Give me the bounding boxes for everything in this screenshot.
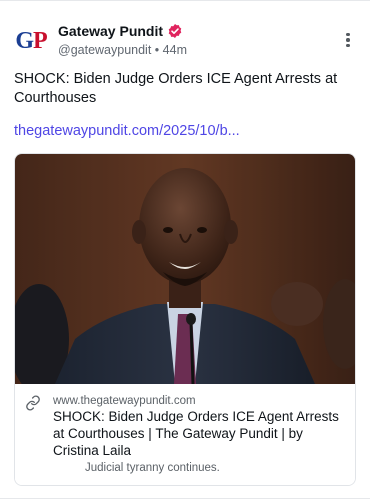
feed-post: GP Gateway Pundit @gatewaypundit • 44m S… [0, 0, 370, 500]
verified-badge-icon [168, 24, 182, 38]
menu-dot [346, 32, 350, 37]
avatar-logo: GP [15, 27, 47, 54]
author-display-name[interactable]: Gateway Pundit [58, 22, 163, 40]
post-link[interactable]: thegatewaypundit.com/2025/10/b... [14, 122, 240, 141]
menu-dot [346, 38, 350, 42]
link-preview-card[interactable]: www.thegatewaypundit.com SHOCK: Biden Ju… [14, 153, 356, 486]
card-meta: www.thegatewaypundit.com SHOCK: Biden Ju… [15, 384, 355, 485]
avatar[interactable]: GP [14, 24, 48, 58]
more-vertical-icon[interactable] [338, 30, 358, 50]
card-image[interactable] [15, 154, 355, 384]
card-title[interactable]: SHOCK: Biden Judge Orders ICE Agent Arre… [53, 408, 345, 459]
bottom-divider [0, 498, 370, 499]
author-info: Gateway Pundit @gatewaypundit • 44m [58, 22, 187, 59]
menu-dot [346, 43, 350, 48]
post-header: GP Gateway Pundit @gatewaypundit • 44m [14, 22, 358, 62]
link-icon [26, 395, 40, 411]
meta-separator: • [154, 43, 160, 57]
author-handle[interactable]: @gatewaypundit [58, 43, 151, 57]
post-timestamp[interactable]: 44m [163, 43, 187, 57]
author-handle-line: @gatewaypundit • 44m [58, 41, 187, 59]
card-description: Judicial tyranny continues. [85, 462, 220, 474]
card-domain: www.thegatewaypundit.com [53, 395, 196, 407]
author-name-row: Gateway Pundit [58, 22, 187, 40]
post-text: SHOCK: Biden Judge Orders ICE Agent Arre… [14, 71, 338, 106]
